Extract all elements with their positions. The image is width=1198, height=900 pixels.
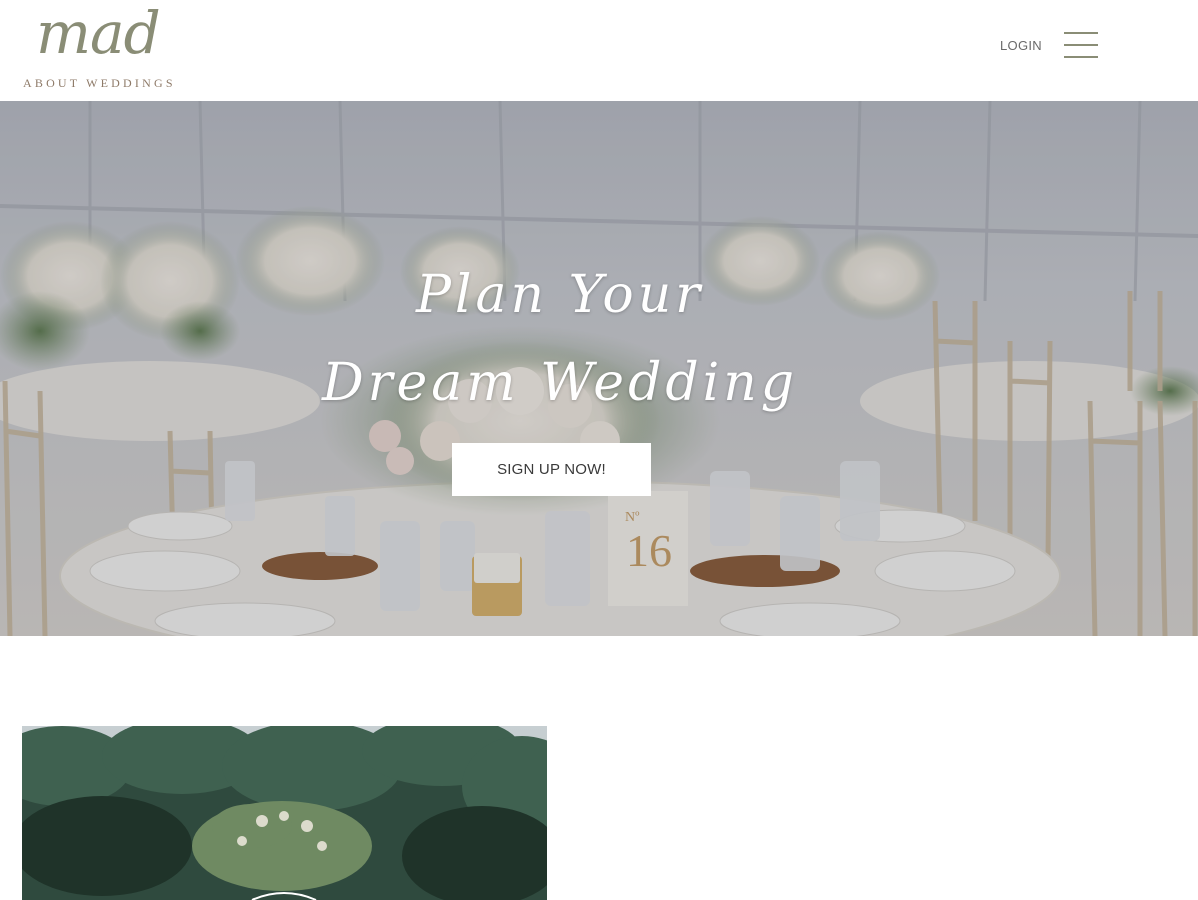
sign-up-button[interactable]: SIGN UP NOW! <box>452 443 651 496</box>
hero-heading-line-2: Dream Wedding <box>321 353 799 413</box>
site-header: mad ABOUT WEDDINGS LOGIN <box>0 0 1198 101</box>
menu-bar-bottom <box>1064 56 1098 58</box>
logo-tagline: ABOUT WEDDINGS <box>23 76 176 90</box>
login-link[interactable]: LOGIN <box>1000 38 1042 53</box>
menu-bar-top <box>1064 32 1098 34</box>
site-logo[interactable]: mad ABOUT WEDDINGS <box>22 0 182 94</box>
hero-heading-line-1: Plan Your <box>415 265 705 325</box>
tropical-garden-photo <box>22 726 547 900</box>
feature-image[interactable] <box>22 726 547 900</box>
hero-heading: Plan Your Dream Wedding <box>0 251 1120 427</box>
hero-section: Nº 16 Plan Your Dream Wedding SIGN UP NO… <box>0 101 1198 636</box>
menu-bar-middle <box>1064 44 1098 46</box>
logo-script-text: mad <box>36 0 161 67</box>
hamburger-menu-icon[interactable] <box>1064 32 1098 60</box>
